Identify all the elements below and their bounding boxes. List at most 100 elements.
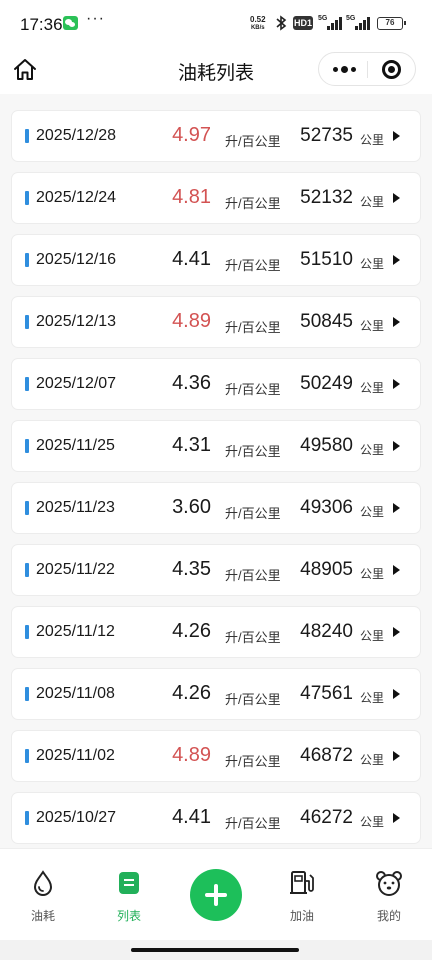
network-speed-value: 0.52 bbox=[250, 15, 266, 24]
record-consumption-unit: 升/百公里 bbox=[225, 382, 281, 397]
fuel-record-row[interactable]: 2025/11/02 4.89 升/百公里 46872 公里 bbox=[11, 730, 421, 782]
fuel-pump-icon bbox=[290, 871, 314, 894]
row-marker bbox=[25, 253, 29, 267]
fuel-record-row[interactable]: 2025/10/27 4.41 升/百公里 46272 公里 bbox=[11, 792, 421, 844]
fuel-record-row[interactable]: 2025/11/08 4.26 升/百公里 47561 公里 bbox=[11, 668, 421, 720]
row-marker bbox=[25, 749, 29, 763]
home-gesture-bar[interactable] bbox=[131, 948, 299, 952]
tab-refuel[interactable]: 加油 bbox=[259, 849, 345, 941]
fuel-record-row[interactable]: 2025/11/12 4.26 升/百公里 48240 公里 bbox=[11, 606, 421, 658]
tab-list[interactable]: 列表 bbox=[86, 849, 172, 941]
list-icon bbox=[119, 872, 139, 894]
row-marker bbox=[25, 129, 29, 143]
target-dot-icon bbox=[388, 66, 395, 73]
record-odometer-unit: 公里 bbox=[360, 381, 385, 395]
record-odometer: 52735 bbox=[300, 125, 353, 146]
record-date: 2025/11/02 bbox=[36, 747, 115, 764]
record-consumption-unit: 升/百公里 bbox=[225, 754, 281, 769]
record-odometer: 47561 bbox=[300, 683, 353, 704]
record-odometer: 48905 bbox=[300, 559, 353, 580]
record-consumption-unit: 升/百公里 bbox=[225, 444, 281, 459]
wechat-notification-icon bbox=[63, 16, 78, 30]
capsule-close-button[interactable] bbox=[368, 53, 416, 85]
fuel-record-row[interactable]: 2025/12/28 4.97 升/百公里 52735 公里 bbox=[11, 110, 421, 162]
chevron-right-icon bbox=[393, 689, 400, 699]
record-odometer: 51510 bbox=[300, 249, 353, 270]
record-odometer: 46272 bbox=[300, 807, 353, 828]
row-marker bbox=[25, 811, 29, 825]
record-consumption: 4.89 bbox=[172, 744, 211, 766]
mini-program-capsule bbox=[318, 52, 416, 86]
fuel-record-row[interactable]: 2025/12/13 4.89 升/百公里 50845 公里 bbox=[11, 296, 421, 348]
row-marker bbox=[25, 377, 29, 391]
home-icon bbox=[14, 59, 36, 80]
row-marker bbox=[25, 687, 29, 701]
tab-refuel-label: 加油 bbox=[289, 909, 314, 923]
signal-1-label: 5G bbox=[318, 15, 328, 22]
fuel-record-row[interactable]: 2025/12/24 4.81 升/百公里 52132 公里 bbox=[11, 172, 421, 224]
record-odometer-unit: 公里 bbox=[360, 195, 385, 209]
record-date: 2025/11/25 bbox=[36, 437, 115, 454]
record-odometer-unit: 公里 bbox=[360, 567, 385, 581]
fuel-record-row[interactable]: 2025/12/16 4.41 升/百公里 51510 公里 bbox=[11, 234, 421, 286]
home-button[interactable] bbox=[12, 57, 38, 83]
system-gesture-area bbox=[0, 940, 432, 960]
fuel-record-row[interactable]: 2025/11/22 4.35 升/百公里 48905 公里 bbox=[11, 544, 421, 596]
fuel-record-row[interactable]: 2025/11/23 3.60 升/百公里 49306 公里 bbox=[11, 482, 421, 534]
record-consumption-unit: 升/百公里 bbox=[225, 258, 281, 273]
record-odometer: 49580 bbox=[300, 435, 353, 456]
record-date: 2025/12/24 bbox=[36, 189, 117, 206]
record-consumption: 4.31 bbox=[172, 434, 211, 456]
record-date: 2025/11/08 bbox=[36, 685, 115, 702]
record-odometer-unit: 公里 bbox=[360, 629, 385, 643]
row-marker bbox=[25, 315, 29, 329]
tab-consumption[interactable]: 油耗 bbox=[0, 849, 86, 941]
record-odometer-unit: 公里 bbox=[360, 133, 385, 147]
record-consumption: 4.26 bbox=[172, 620, 211, 642]
record-consumption-unit: 升/百公里 bbox=[225, 506, 281, 521]
tab-profile-label: 我的 bbox=[376, 909, 401, 923]
record-odometer-unit: 公里 bbox=[360, 753, 385, 767]
chevron-right-icon bbox=[393, 317, 400, 327]
chevron-right-icon bbox=[393, 255, 400, 265]
bear-face-icon bbox=[376, 871, 402, 896]
record-consumption-unit: 升/百公里 bbox=[225, 630, 281, 645]
row-marker bbox=[25, 501, 29, 515]
record-date: 2025/11/23 bbox=[36, 499, 115, 516]
tab-consumption-label: 油耗 bbox=[30, 909, 55, 923]
tab-bar: 油耗 列表 加油 我的 bbox=[0, 848, 432, 940]
fuel-record-list: 2025/12/28 4.97 升/百公里 52735 公里 2025/12/24 4.81… bbox=[11, 110, 421, 854]
record-consumption-unit: 升/百公里 bbox=[225, 692, 281, 707]
record-consumption: 3.60 bbox=[172, 496, 211, 518]
record-consumption: 4.41 bbox=[172, 806, 211, 828]
row-marker bbox=[25, 191, 29, 205]
network-speed-unit: KB/s bbox=[250, 25, 265, 31]
add-record-button[interactable] bbox=[190, 869, 242, 921]
chevron-right-icon bbox=[393, 627, 400, 637]
record-date: 2025/11/22 bbox=[36, 561, 115, 578]
tab-list-label: 列表 bbox=[116, 909, 141, 923]
capsule-more-button[interactable] bbox=[319, 53, 367, 85]
record-odometer: 46872 bbox=[300, 745, 353, 766]
chevron-right-icon bbox=[393, 131, 400, 141]
row-marker bbox=[25, 625, 29, 639]
status-bar: 17:36 ··· 0.52 KB/s HD1 5G 5G 76 bbox=[0, 0, 432, 48]
record-odometer-unit: 公里 bbox=[360, 257, 385, 271]
record-odometer-unit: 公里 bbox=[360, 691, 385, 705]
record-date: 2025/12/07 bbox=[36, 375, 117, 392]
record-consumption: 4.36 bbox=[172, 372, 211, 394]
record-consumption-unit: 升/百公里 bbox=[225, 196, 281, 211]
record-consumption: 4.35 bbox=[172, 558, 211, 580]
fuel-record-row[interactable]: 2025/11/25 4.31 升/百公里 49580 公里 bbox=[11, 420, 421, 472]
network-speed: 0.52 KB/s bbox=[250, 16, 266, 32]
row-marker bbox=[25, 563, 29, 577]
record-consumption: 4.41 bbox=[172, 248, 211, 270]
status-more-icon: ··· bbox=[86, 10, 105, 27]
record-date: 2025/12/13 bbox=[36, 313, 117, 330]
tab-profile[interactable]: 我的 bbox=[346, 849, 432, 941]
record-date: 2025/12/16 bbox=[36, 251, 117, 268]
fuel-record-row[interactable]: 2025/12/07 4.36 升/百公里 50249 公里 bbox=[11, 358, 421, 410]
record-odometer: 50845 bbox=[300, 311, 353, 332]
record-consumption: 4.81 bbox=[172, 186, 211, 208]
record-date: 2025/12/28 bbox=[36, 127, 117, 144]
